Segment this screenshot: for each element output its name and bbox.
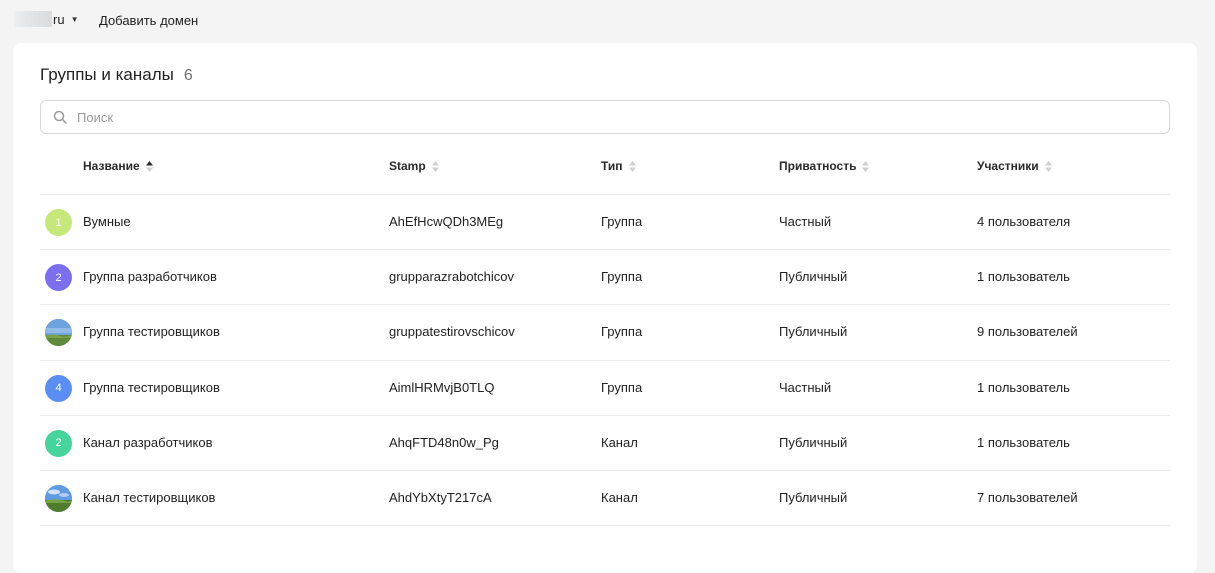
groups-channels-card: Группы и каналы 6 Название Stamp <box>13 43 1197 573</box>
landscape-image <box>45 319 72 347</box>
avatar: 1 <box>45 209 72 236</box>
sort-ascending-icon <box>145 160 153 172</box>
column-header-label: Приватность <box>779 159 857 173</box>
section-count: 6 <box>183 67 193 84</box>
row-privacy: Публичный <box>779 489 848 505</box>
row-privacy: Публичный <box>779 434 848 450</box>
domain-suffix: ru <box>53 11 65 27</box>
row-stamp: AhdYbXtyT217cA <box>389 489 492 505</box>
landscape-image <box>45 484 72 512</box>
row-type: Канал <box>601 489 638 505</box>
avatar-text: 1 <box>55 216 62 229</box>
table-row[interactable]: 2 Канал разработчиков AhqFTD48n0w_Pg Кан… <box>40 416 1170 471</box>
caret-down-icon: ▼ <box>70 14 79 24</box>
row-stamp: AhEfHcwQDh3MEg <box>389 214 504 229</box>
row-members: 7 пользователей <box>977 489 1078 505</box>
row-members: 9 пользователей <box>977 324 1078 340</box>
row-name: Вумные <box>83 214 131 229</box>
table-row[interactable]: Канал тестировщиков AhdYbXtyT217cA Канал… <box>40 471 1170 527</box>
row-name: Канал разработчиков <box>83 434 213 450</box>
row-name: Группа разработчиков <box>83 269 217 285</box>
column-header-name[interactable]: Название <box>83 159 153 173</box>
column-header-type[interactable]: Тип <box>601 159 636 173</box>
sort-icon <box>431 160 439 172</box>
avatar: 2 <box>45 264 72 292</box>
add-domain-link[interactable]: Добавить домен <box>99 13 198 28</box>
column-header-label: Название <box>83 159 140 173</box>
row-members: 1 пользователь <box>977 269 1070 285</box>
row-stamp: AimlHRMvjB0TLQ <box>389 379 495 395</box>
column-header-label: Участники <box>977 159 1039 173</box>
row-members: 1 пользователь <box>977 434 1070 450</box>
search-input[interactable] <box>77 109 1157 125</box>
column-header-stamp[interactable]: Stamp <box>389 159 439 173</box>
column-header-label: Тип <box>601 159 623 173</box>
row-type: Группа <box>601 379 643 395</box>
row-privacy: Частный <box>779 214 832 229</box>
avatar <box>45 319 72 347</box>
column-header-members[interactable]: Участники <box>977 159 1052 173</box>
column-header-privacy[interactable]: Приватность <box>779 159 870 173</box>
table-row[interactable]: 1 Вумные AhEfHcwQDh3MEg Группа Частный 4… <box>40 195 1170 251</box>
domain-name-redacted <box>14 11 52 27</box>
avatar-text: 2 <box>55 437 62 450</box>
row-type: Канал <box>601 434 638 450</box>
sort-icon <box>628 160 636 172</box>
row-name: Группа тестировщиков <box>83 324 220 340</box>
search-box[interactable] <box>40 100 1170 134</box>
avatar: 4 <box>45 374 72 402</box>
row-name: Канал тестировщиков <box>83 489 216 505</box>
table-row[interactable]: 4 Группа тестировщиков AimlHRMvjB0TLQ Гр… <box>40 361 1170 416</box>
sort-icon <box>1044 160 1052 172</box>
row-type: Группа <box>601 214 643 229</box>
table-row[interactable]: Группа тестировщиков gruppatestirovschic… <box>40 305 1170 361</box>
avatar: 2 <box>45 429 72 457</box>
avatar <box>45 484 72 512</box>
row-members: 4 пользователя <box>977 214 1071 229</box>
row-stamp: gruppatestirovschicov <box>389 324 515 340</box>
row-privacy: Публичный <box>779 324 848 340</box>
sort-icon <box>862 160 870 172</box>
search-icon <box>53 110 67 124</box>
avatar-text: 4 <box>55 382 62 395</box>
section-title: Группы и каналы <box>40 65 174 84</box>
page-title: Группы и каналы 6 <box>40 65 193 85</box>
row-stamp: AhqFTD48n0w_Pg <box>389 434 499 450</box>
row-type: Группа <box>601 269 643 285</box>
table-row[interactable]: 2 Группа разработчиков grupparazrabotchi… <box>40 250 1170 306</box>
row-privacy: Частный <box>779 379 832 395</box>
top-bar: ru ▼ Добавить домен <box>0 0 1215 40</box>
row-type: Группа <box>601 324 643 340</box>
column-header-label: Stamp <box>389 159 426 173</box>
groups-table: Название Stamp Тип Приватность Участники… <box>40 138 1170 527</box>
row-stamp: grupparazrabotchicov <box>389 269 515 285</box>
row-name: Группа тестировщиков <box>83 379 220 395</box>
domain-selector[interactable]: ru ▼ <box>14 11 78 27</box>
table-header: Название Stamp Тип Приватность Участники <box>40 138 1170 195</box>
avatar-text: 2 <box>55 271 62 284</box>
row-privacy: Публичный <box>779 269 848 285</box>
row-members: 1 пользователь <box>977 379 1070 395</box>
